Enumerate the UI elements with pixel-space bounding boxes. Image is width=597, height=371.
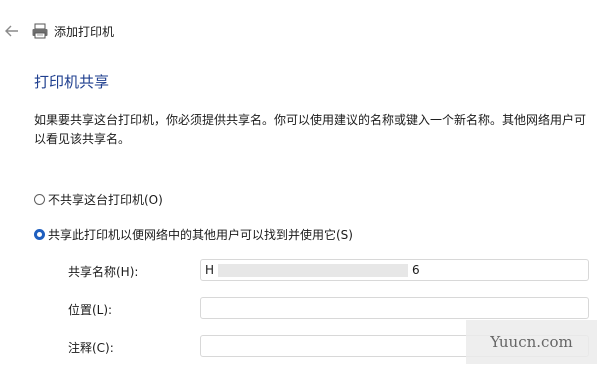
radio-share[interactable]: 共享此打印机以便网络中的其他用户可以找到并使用它(S) — [34, 226, 353, 243]
share-name-field[interactable]: H 6 — [200, 259, 589, 281]
watermark: Yuucn.com — [466, 320, 597, 364]
radio-circle-selected[interactable] — [34, 229, 45, 240]
redacted-block — [218, 263, 409, 277]
printer-icon — [31, 22, 49, 40]
title-bar: 添加打印机 — [0, 14, 597, 48]
location-field[interactable] — [200, 297, 589, 319]
radio-circle-unselected[interactable] — [34, 194, 45, 205]
window-title: 添加打印机 — [54, 25, 115, 39]
share-name-label: 共享名称(H): — [68, 265, 139, 279]
back-button[interactable] — [2, 22, 22, 40]
radio-share-label: 共享此打印机以便网络中的其他用户可以找到并使用它(S) — [48, 228, 353, 242]
arrow-left-icon — [5, 25, 18, 37]
page-heading: 打印机共享 — [34, 73, 110, 91]
description-text: 如果要共享这台打印机，你必须提供共享名。你可以使用建议的名称或键入一个新名称。其… — [34, 113, 587, 146]
radio-no-share[interactable]: 不共享这台打印机(O) — [34, 191, 163, 208]
share-name-prefix: H — [205, 263, 215, 277]
radio-no-share-label: 不共享这台打印机(O) — [48, 193, 163, 207]
share-name-suffix: 6 — [412, 263, 420, 277]
location-label: 位置(L): — [68, 303, 113, 317]
comment-label: 注释(C): — [68, 341, 114, 355]
